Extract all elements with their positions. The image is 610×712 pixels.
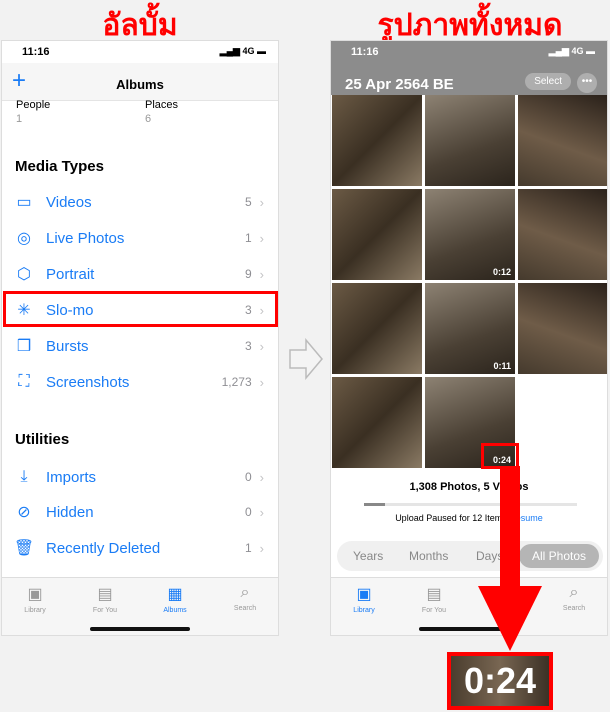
photo-tile[interactable]: [332, 189, 422, 280]
tab-bar: ▣ Library ▤ For You ⌕ Search: [331, 577, 607, 635]
media-types-heading: Media Types: [15, 158, 104, 175]
chevron-right-icon: ›: [259, 266, 264, 282]
places-label: Places: [145, 99, 179, 111]
live-photo-icon: ◎: [17, 230, 31, 247]
utilities-heading: Utilities: [15, 431, 70, 448]
photo-tile[interactable]: [332, 283, 422, 374]
photo-tile[interactable]: [518, 95, 607, 186]
video-icon: ▭: [16, 194, 32, 211]
upload-status: Upload Paused for 12 Items Resume: [395, 513, 543, 523]
albums-screen: 11:16 ▂▄▆ 4G ▬ + Albums People 1 Places 6 M…: [1, 40, 279, 636]
tab-for-you[interactable]: ▤ For You: [404, 584, 464, 614]
album-count: 1,273: [221, 375, 252, 389]
photo-grid: 0:12 0:11 0:24: [332, 95, 607, 468]
red-arrow-down-icon: [478, 466, 542, 651]
nav-header: + Albums: [2, 63, 278, 101]
album-label: Hidden: [46, 503, 94, 521]
albums-icon: ▦: [167, 586, 183, 603]
search-icon: ⌕: [240, 584, 250, 601]
album-label: Portrait: [46, 265, 95, 283]
album-videos[interactable]: ▭ Videos 5 ›: [2, 184, 278, 220]
places-count: 6: [145, 113, 152, 125]
tab-search[interactable]: ⌕ Search: [215, 584, 275, 612]
for-you-icon: ▤: [426, 586, 442, 603]
for-you-icon: ▤: [97, 586, 113, 603]
cube-icon: ⬡: [17, 266, 31, 283]
album-label: Imports: [46, 468, 97, 486]
video-tile[interactable]: 0:11: [425, 283, 515, 374]
video-duration: 0:12: [492, 267, 511, 277]
album-label: Screenshots: [46, 373, 130, 391]
album-count: 9: [244, 267, 252, 281]
segment-months[interactable]: Months: [409, 549, 448, 563]
album-label: Live Photos: [46, 229, 125, 247]
album-count: 1: [244, 541, 252, 555]
album-label: Recently Deleted: [46, 539, 161, 557]
chevron-right-icon: ›: [259, 540, 264, 556]
album-count: 3: [244, 339, 252, 353]
eye-slash-icon: ⊘: [17, 504, 31, 521]
album-count: 0: [244, 505, 252, 519]
album-portrait[interactable]: ⬡ Portrait 9 ›: [2, 256, 278, 292]
trash-icon: 🗑: [13, 540, 35, 557]
album-screenshots[interactable]: ⛶ Screenshots 1,273 ›: [2, 364, 278, 400]
screenshot-icon: ⛶: [18, 373, 30, 390]
photo-tile[interactable]: [518, 283, 607, 374]
library-icon: ▣: [27, 586, 43, 603]
zoomed-duration: 0:24: [447, 652, 553, 710]
tab-albums[interactable]: ▦ Albums: [145, 584, 205, 614]
album-bursts[interactable]: ❒ Bursts 3 ›: [2, 328, 278, 364]
places-album[interactable]: Places 6: [145, 99, 178, 125]
photo-tile[interactable]: [518, 189, 607, 280]
album-live-photos[interactable]: ◎ Live Photos 1 ›: [2, 220, 278, 256]
tab-for-you[interactable]: ▤ For You: [75, 584, 135, 614]
time: 11:16: [22, 46, 50, 58]
tab-search[interactable]: ⌕ Search: [544, 584, 604, 612]
home-indicator: [90, 627, 190, 631]
photo-tile[interactable]: [332, 377, 422, 468]
album-label: Videos: [46, 193, 92, 211]
album-label: Bursts: [46, 337, 89, 355]
status-bar: 11:16 ▂▄▆ 4G ▬: [351, 46, 595, 58]
chevron-right-icon: ›: [259, 230, 264, 246]
library-icon: ▣: [356, 586, 372, 603]
tab-bar: ▣ Library ▤ For You ▦ Albums ⌕ Search: [2, 577, 278, 635]
bursts-icon: ❒: [16, 338, 32, 355]
album-imports[interactable]: ⤓ Imports 0 ›: [2, 459, 278, 495]
people-album[interactable]: People 1: [16, 99, 50, 125]
segment-years[interactable]: Years: [353, 549, 383, 563]
date-heading: 25 Apr 2564 BE: [345, 76, 454, 93]
album-count: 0: [244, 470, 252, 484]
photos-header: 11:16 ▂▄▆ 4G ▬ 25 Apr 2564 BE Select •••: [331, 41, 607, 95]
search-icon: ⌕: [569, 584, 579, 601]
video-tile[interactable]: 0:12: [425, 189, 515, 280]
library-summary: 1,308 Photos, 5 Videos: [409, 481, 529, 493]
photo-tile[interactable]: [425, 95, 515, 186]
tab-library[interactable]: ▣ Library: [5, 584, 65, 614]
chevron-right-icon: ›: [259, 469, 264, 485]
slo-mo-highlight-box: [3, 291, 278, 327]
tab-library[interactable]: ▣ Library: [334, 584, 394, 614]
album-count: 1: [244, 231, 252, 245]
album-recently-deleted[interactable]: 🗑 Recently Deleted 1 ›: [2, 530, 278, 566]
arrow-right-icon: [289, 338, 323, 380]
people-label: People: [16, 99, 51, 111]
photo-tile[interactable]: [332, 95, 422, 186]
chevron-right-icon: ›: [259, 504, 264, 520]
page-title: Albums: [116, 77, 164, 92]
chevron-right-icon: ›: [259, 194, 264, 210]
people-count: 1: [16, 113, 23, 125]
chevron-right-icon: ›: [259, 374, 264, 390]
chevron-right-icon: ›: [259, 338, 264, 354]
all-photos-screen: 0:12 0:11 0:24 11:16 ▂▄▆ 4G ▬ 25 Apr 2564…: [330, 40, 608, 636]
import-icon: ⤓: [20, 468, 28, 485]
more-icon[interactable]: •••: [577, 73, 597, 93]
album-hidden[interactable]: ⊘ Hidden 0 ›: [2, 494, 278, 530]
video-duration: 0:11: [493, 361, 511, 371]
signal-battery: ▂▄▆ 4G ▬: [219, 46, 266, 56]
status-bar: 11:16 ▂▄▆ 4G ▬: [2, 41, 278, 63]
album-count: 5: [244, 195, 252, 209]
select-button[interactable]: Select: [525, 73, 571, 90]
